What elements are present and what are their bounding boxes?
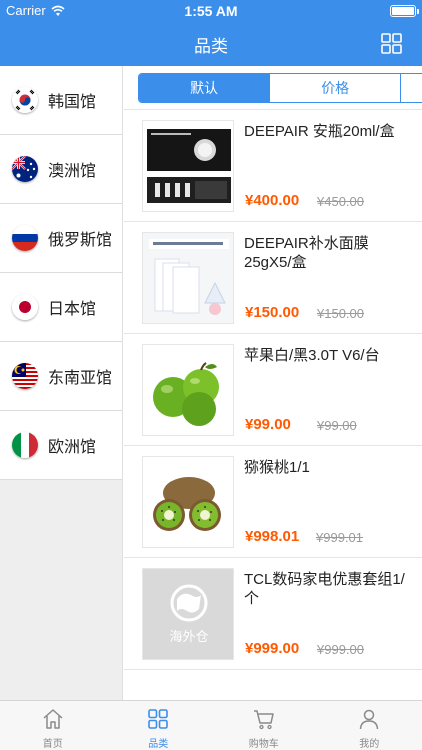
korea-flag-icon [12,87,38,113]
placeholder-logo-image: 海外仓 [142,568,234,660]
product-price: ¥998.01 [245,528,300,545]
sidebar-item-label: 东南亚馆 [48,370,113,387]
tab-label: 首页 [42,739,63,750]
tab-label: 品类 [148,739,169,750]
tab-category[interactable]: 品类 [106,701,212,750]
product-item[interactable]: DEEPAIR补水面膜25gX5/盒 ¥150.00 ¥150.00 [124,222,422,334]
product-old-price: ¥999.01 [316,530,363,545]
green-apples-image [142,344,234,436]
product-panel: 默认 价格 DEEPAIR 安瓶20ml/盒 ¥400.00 ¥450.00 D… [124,66,422,700]
product-name: TCL数码家电优惠套组1/个 [244,571,405,607]
tab-cart[interactable]: 购物车 [211,701,317,750]
sidebar-item-russia[interactable]: 俄罗斯馆 [0,204,122,273]
status-time: 1:55 AM [184,3,238,19]
sidebar-item-europe[interactable]: 欧洲馆 [0,411,122,480]
italy-flag-icon [12,432,38,458]
placeholder-logo-text: 海外仓 [169,630,208,645]
product-price: ¥99.00 [245,416,291,433]
product-item[interactable]: DEEPAIR 安瓶20ml/盒 ¥400.00 ¥450.00 [124,110,422,222]
sidebar-item-korea[interactable]: 韩国馆 [0,66,122,135]
product-old-price: ¥99.00 [317,418,357,433]
category-sidebar: 韩国馆 澳洲馆 俄罗斯馆 日本馆 东南亚馆 欧洲馆 [0,66,123,700]
product-item[interactable]: 苹果白/黑3.0T V6/台 ¥99.00 ¥99.00 [124,334,422,446]
ampoule-box-image [142,120,234,212]
australia-flag-icon [12,156,38,182]
product-list: DEEPAIR 安瓶20ml/盒 ¥400.00 ¥450.00 DEEPAIR… [124,110,422,670]
sidebar-item-label: 俄罗斯馆 [48,232,113,249]
sort-segmented-control: 默认 价格 [138,73,422,103]
product-name: 苹果白/黑3.0T V6/台 [244,347,380,364]
product-old-price: ¥999.00 [317,642,364,657]
sidebar-item-japan[interactable]: 日本馆 [0,273,122,342]
battery-icon [390,5,419,17]
sort-more-tab[interactable] [401,74,422,102]
malaysia-flag-icon [12,363,38,389]
tab-home[interactable]: 首页 [0,701,106,750]
product-name: 猕猴桃1/1 [244,459,310,476]
cart-icon [253,710,274,730]
sidebar-item-label: 韩国馆 [48,94,97,111]
face-mask-image [142,232,234,324]
screen: Carrier 1:55 AM 品类 韩国馆 澳洲馆 俄罗斯馆 日本馆 东南亚馆… [0,0,422,750]
sidebar-item-label: 欧洲馆 [48,439,97,456]
tab-label: 购物车 [248,739,279,750]
product-item[interactable]: 猕猴桃1/1 ¥998.01 ¥999.01 [124,446,422,558]
product-old-price: ¥150.00 [317,306,364,321]
russia-flag-icon [12,225,38,251]
page-title: 品类 [194,37,228,56]
japan-flag-icon [12,294,38,320]
tab-bar: 首页 品类 购物车 我的 [0,700,422,750]
product-price: ¥999.00 [245,640,300,657]
category-icon [148,709,169,729]
sidebar-item-southeast-asia[interactable]: 东南亚馆 [0,342,122,411]
product-name: DEEPAIR 安瓶20ml/盒 [244,123,395,140]
sidebar-item-australia[interactable]: 澳洲馆 [0,135,122,204]
sidebar-item-label: 澳洲馆 [48,163,97,180]
sort-default-tab[interactable]: 默认 [139,74,271,102]
tab-label: 我的 [359,739,380,750]
product-price: ¥150.00 [245,304,300,321]
tab-profile[interactable]: 我的 [317,701,422,750]
product-price: ¥400.00 [245,192,300,209]
product-item[interactable]: 海外仓 TCL数码家电优惠套组1/个 ¥999.00 ¥999.00 [124,558,422,670]
top-bar: Carrier 1:55 AM 品类 [0,0,422,66]
product-old-price: ¥450.00 [317,194,364,209]
sidebar-item-label: 日本馆 [48,301,97,318]
status-bar: Carrier 1:55 AM [0,0,422,22]
kiwi-image [142,456,234,548]
grid-icon[interactable] [381,33,402,54]
sort-price-tab[interactable]: 价格 [270,74,402,102]
profile-icon [360,709,379,730]
home-icon [43,709,63,729]
product-name: DEEPAIR补水面膜25gX5/盒 [244,235,369,271]
